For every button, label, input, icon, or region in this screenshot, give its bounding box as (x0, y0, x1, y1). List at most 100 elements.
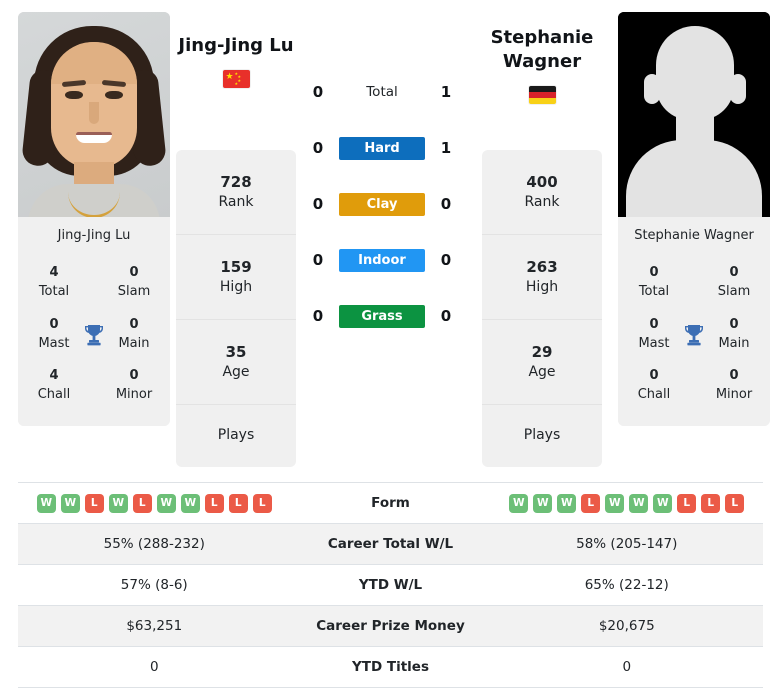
left-player-name: Jing-Jing Lu (178, 35, 294, 56)
titles-value: 0 (649, 368, 659, 384)
stat-plays: Plays (176, 405, 296, 467)
form-win-badge: W (60, 493, 80, 513)
stat-value: 400 (526, 172, 558, 191)
stat-label: Rank (218, 193, 254, 210)
titles-row: 4 Total 0 Slam (18, 257, 170, 309)
stat-label: High (525, 278, 559, 295)
titles-value: 0 (649, 265, 659, 280)
titles-row: 4 Chall 0 Minor (18, 360, 170, 412)
h2h-surface-badge-grass[interactable]: Grass (339, 304, 425, 328)
form-win-badge: W (180, 493, 200, 513)
form-win-badge: W (156, 493, 176, 513)
titles-cell-main: 0 Main (110, 316, 158, 354)
titles-label: Mast (38, 335, 70, 351)
right-titles-grid: 0 Total 0 Slam 0 Mast 0 Main 0 Chall 0 M… (618, 253, 770, 427)
h2h-left-score: 0 (312, 307, 324, 325)
right-player-name-block[interactable]: Stephanie Wagner (482, 26, 602, 104)
form-win-badge: W (653, 493, 673, 513)
right-value: 65% (22-12) (584, 577, 669, 593)
table-row-ytd-titles: 0 YTD Titles 0 (18, 647, 763, 688)
stat-plays: Plays (482, 405, 602, 467)
form-win-badge: W (533, 493, 553, 513)
row-label: YTD W/L (358, 577, 423, 593)
stat-rank: 728 Rank (176, 150, 296, 235)
player-comparison-page: Jing-Jing Lu 4 Total 0 Slam 0 Mast 0 Mai… (0, 0, 779, 699)
form-win-badge: W (509, 493, 529, 513)
form-win-badge: W (557, 493, 577, 513)
titles-label: Main (718, 335, 750, 351)
left-value: 55% (288-232) (103, 536, 205, 552)
h2h-right-score: 1 (440, 83, 452, 101)
right-value: 58% (205-147) (576, 536, 678, 552)
titles-cell-slam: 0 Slam (710, 264, 758, 302)
left-player-card[interactable]: Jing-Jing Lu 4 Total 0 Slam 0 Mast 0 Mai… (18, 12, 170, 427)
right-player-photo (618, 12, 770, 217)
titles-value: 0 (49, 316, 59, 332)
flag-china-icon: ★ ★ ★ ★ ★ (222, 69, 250, 88)
right-value: 0 (622, 659, 632, 675)
stat-value: 728 (220, 172, 252, 191)
form-loss-badge: L (701, 493, 721, 513)
stat-label: Plays (523, 427, 561, 444)
titles-row: 0 Chall 0 Minor (618, 360, 770, 412)
titles-value: 0 (649, 316, 659, 332)
portrait-illustration (18, 12, 170, 217)
titles-cell-chall: 0 Chall (630, 367, 678, 405)
h2h-right-score: 0 (440, 307, 452, 325)
row-label: Career Total W/L (327, 536, 454, 552)
trophy-icon (681, 323, 707, 347)
comparison-table: WWLWLWWLLL Form WWWLWWWLLL 55% (288-232)… (18, 482, 763, 688)
row-label: Form (371, 495, 410, 511)
titles-cell-minor: 0 Minor (110, 367, 158, 405)
table-row-career-prize-money: $63,251 Career Prize Money $20,675 (18, 606, 763, 647)
right-player-card[interactable]: Stephanie Wagner 0 Total 0 Slam 0 Mast 0… (618, 12, 770, 427)
titles-cell-total: 0 Total (630, 264, 678, 302)
titles-label: Slam (717, 283, 751, 299)
table-row-form: WWLWLWWLLL Form WWWLWWWLLL (18, 483, 763, 524)
row-label: Career Prize Money (316, 618, 465, 634)
h2h-surface-badge-indoor[interactable]: Indoor (339, 248, 425, 272)
left-player-name-block[interactable]: Jing-Jing Lu ★ ★ ★ ★ ★ (176, 34, 296, 88)
titles-value: 0 (129, 265, 139, 280)
stat-value: 35 (225, 342, 247, 361)
form-loss-badge: L (132, 493, 152, 513)
titles-value: 0 (729, 316, 739, 332)
left-form-cell: WWLWLWWLLL (18, 493, 291, 513)
left-photo-caption: Jing-Jing Lu (18, 217, 170, 253)
titles-cell-chall: 4 Chall (30, 367, 78, 405)
h2h-left-score: 0 (312, 251, 324, 269)
h2h-surface-badge-hard[interactable]: Hard (339, 136, 425, 160)
right-photo-card: Stephanie Wagner 0 Total 0 Slam 0 Mast 0… (618, 12, 770, 427)
h2h-left-score: 0 (312, 83, 324, 101)
form-loss-badge: L (228, 493, 248, 513)
h2h-surface-badge-clay[interactable]: Clay (339, 192, 425, 216)
stat-label: Plays (217, 427, 255, 444)
titles-value: 0 (129, 368, 139, 384)
titles-label: Mast (638, 335, 670, 351)
h2h-left-score: 0 (312, 139, 324, 157)
stat-high: 263 High (482, 235, 602, 320)
titles-cell-mast: 0 Mast (630, 316, 678, 354)
titles-label: Total (638, 283, 670, 299)
titles-label: Chall (637, 387, 671, 403)
stat-label: Age (222, 363, 250, 380)
right-stats-column: Stephanie Wagner 400 Rank 263 High 29 Ag… (482, 12, 602, 467)
stat-rank: 400 Rank (482, 150, 602, 235)
top-section: Jing-Jing Lu 4 Total 0 Slam 0 Mast 0 Mai… (0, 0, 779, 467)
stat-age: 29 Age (482, 320, 602, 405)
h2h-row-clay: 0 Clay 0 (302, 176, 462, 232)
h2h-right-score: 1 (440, 139, 452, 157)
form-loss-badge: L (677, 493, 697, 513)
trophy-icon (81, 323, 107, 347)
stat-value: 263 (526, 257, 558, 276)
titles-value: 4 (49, 265, 59, 280)
silhouette-placeholder-icon (618, 12, 770, 217)
titles-value: 0 (129, 316, 139, 332)
left-value: $63,251 (126, 618, 183, 634)
titles-cell-mast: 0 Mast (30, 316, 78, 354)
left-value: 57% (8-6) (120, 577, 188, 593)
form-win-badge: W (108, 493, 128, 513)
left-form-strip: WWLWLWWLLL (18, 493, 291, 513)
titles-cell-minor: 0 Minor (710, 367, 758, 405)
form-win-badge: W (36, 493, 56, 513)
